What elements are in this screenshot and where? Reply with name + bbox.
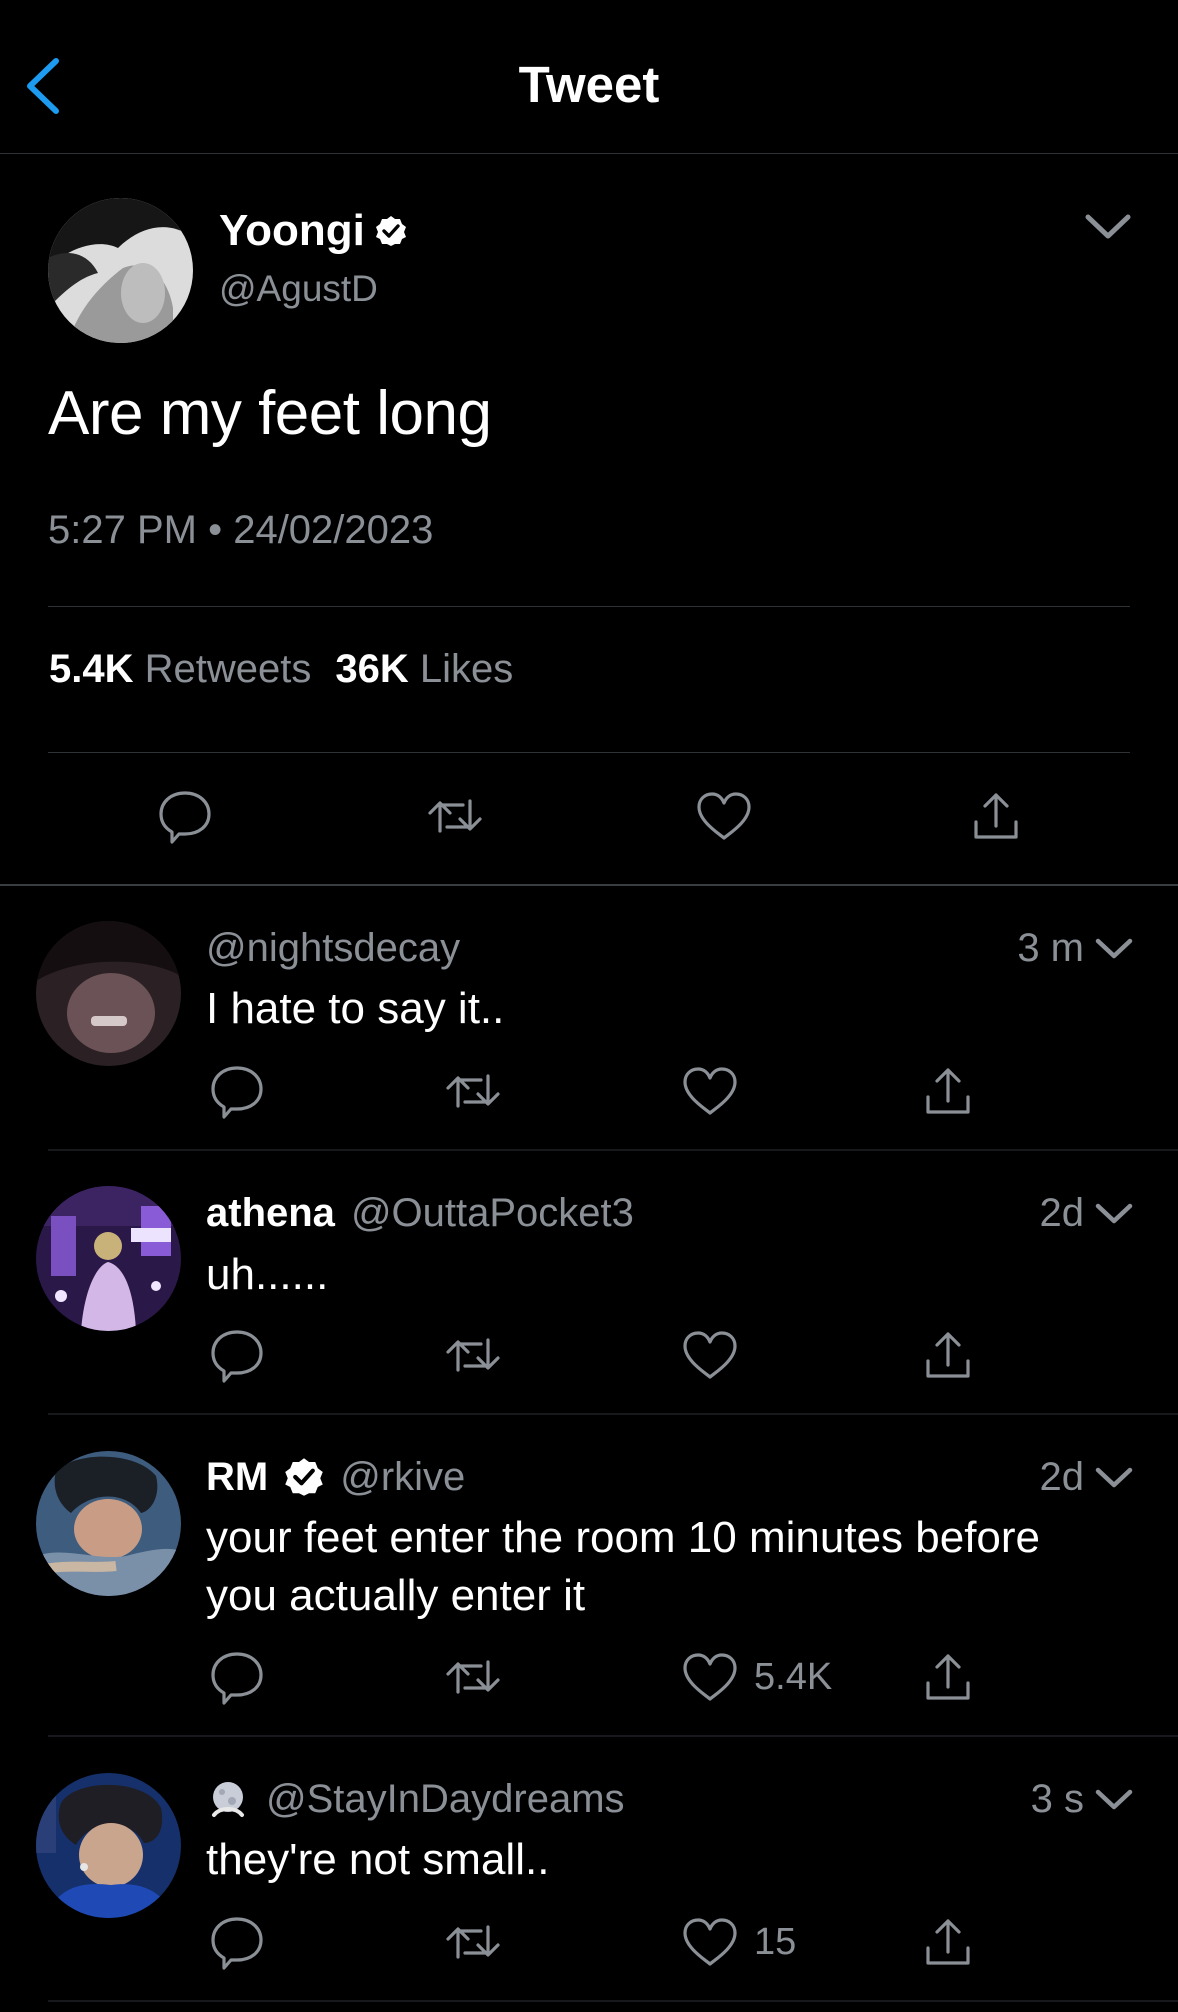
reply-divider xyxy=(48,1413,1178,1415)
like-icon xyxy=(683,1331,737,1379)
tweet-text: Are my feet long xyxy=(48,379,492,448)
share-button[interactable] xyxy=(966,786,1026,846)
like-icon xyxy=(683,1653,737,1701)
reply-name[interactable]: RM xyxy=(206,1451,268,1503)
reply-more-button[interactable] xyxy=(1092,1455,1136,1499)
reply-icon xyxy=(211,1066,263,1119)
share-button[interactable] xyxy=(918,1912,978,1972)
more-options-button[interactable] xyxy=(1082,200,1134,252)
divider xyxy=(48,752,1130,753)
retweet-button[interactable] xyxy=(425,786,485,846)
reply-icon xyxy=(211,1917,263,1970)
page-title: Tweet xyxy=(518,56,660,113)
share-icon xyxy=(974,793,1018,839)
share-button[interactable] xyxy=(918,1325,978,1385)
reply-author: athena @OuttaPocket3 xyxy=(206,1187,634,1239)
retweets-stat[interactable]: 5.4K Retweets xyxy=(49,643,311,695)
reply-text: your feet enter the room 10 minutes befo… xyxy=(206,1513,1041,1620)
reply-button[interactable] xyxy=(207,1912,267,1972)
likes-label: Likes xyxy=(419,647,514,691)
retweet-button[interactable] xyxy=(443,1325,503,1385)
share-button[interactable] xyxy=(918,1647,978,1707)
reply-name[interactable]: athena xyxy=(206,1187,335,1239)
like-icon xyxy=(697,792,751,840)
reply-text: uh...... xyxy=(206,1250,329,1299)
reply-icon xyxy=(211,1652,263,1705)
reply-text: I hate to say it.. xyxy=(206,984,505,1033)
avatar[interactable] xyxy=(36,1186,181,1331)
reply-author: RM @rkive xyxy=(206,1451,465,1503)
reply-divider xyxy=(48,1735,1178,1737)
chevron-down-icon xyxy=(1095,938,1133,959)
like-button[interactable] xyxy=(680,1912,740,1972)
avatar[interactable] xyxy=(36,1451,181,1596)
like-icon xyxy=(683,1067,737,1115)
retweet-icon xyxy=(446,1074,500,1108)
reply-divider xyxy=(48,2000,1178,2002)
reply-divider xyxy=(48,1149,1178,1151)
reply-handle[interactable]: @OuttaPocket3 xyxy=(351,1187,634,1239)
like-button[interactable] xyxy=(680,1325,740,1385)
retweets-count: 5.4K xyxy=(49,647,134,691)
reply-button[interactable] xyxy=(207,1325,267,1385)
chevron-down-icon xyxy=(1095,1789,1133,1810)
reply-author: @nightsdecay xyxy=(206,922,460,974)
section-divider xyxy=(0,884,1178,886)
retweet-icon xyxy=(446,1338,500,1372)
like-button[interactable] xyxy=(680,1647,740,1707)
like-icon xyxy=(683,1918,737,1966)
reply-time: 3 m xyxy=(1017,926,1084,970)
share-icon xyxy=(926,1068,970,1114)
avatar[interactable] xyxy=(36,1773,181,1918)
reply-handle[interactable]: @nightsdecay xyxy=(206,922,460,974)
author-handle[interactable]: @AgustD xyxy=(219,266,378,312)
reply-author: @StayInDaydreams xyxy=(206,1773,625,1825)
retweet-button[interactable] xyxy=(443,1647,503,1707)
like-button[interactable] xyxy=(694,786,754,846)
reply-button[interactable] xyxy=(155,786,215,846)
chevron-down-icon xyxy=(1095,1467,1133,1488)
tweet-timestamp: 5:27 PM • 24/02/2023 xyxy=(48,508,434,552)
moon-emoji-icon xyxy=(212,1782,244,1817)
reply-text: they're not small.. xyxy=(206,1835,550,1884)
retweet-icon xyxy=(428,799,482,833)
reply-time: 3 s xyxy=(1030,1777,1084,1821)
share-icon xyxy=(926,1919,970,1965)
likes-count: 36K xyxy=(335,647,409,691)
share-button[interactable] xyxy=(918,1061,978,1121)
like-count: 5.4K xyxy=(754,1656,833,1698)
reply-more-button[interactable] xyxy=(1092,1777,1136,1821)
reply-icon xyxy=(211,1330,263,1383)
share-icon xyxy=(926,1332,970,1378)
reply-time: 2d xyxy=(1039,1455,1085,1499)
retweets-label: Retweets xyxy=(144,647,312,691)
chevron-down-icon xyxy=(1095,1203,1133,1224)
reply-more-button[interactable] xyxy=(1092,926,1136,970)
retweet-icon xyxy=(446,1925,500,1959)
reply-more-button[interactable] xyxy=(1092,1191,1136,1235)
like-count: 15 xyxy=(754,1921,797,1963)
reply-handle[interactable]: @StayInDaydreams xyxy=(266,1773,625,1825)
verified-badge-icon xyxy=(375,216,406,246)
likes-stat[interactable]: 36K Likes xyxy=(335,643,513,695)
chevron-down-icon xyxy=(1085,214,1131,239)
author-name-row: Yoongi xyxy=(219,205,407,257)
reply-icon xyxy=(159,791,211,844)
share-icon xyxy=(926,1654,970,1700)
retweet-icon xyxy=(446,1660,500,1694)
reply-button[interactable] xyxy=(207,1647,267,1707)
divider xyxy=(48,606,1130,607)
reply-handle[interactable]: @rkive xyxy=(340,1451,465,1503)
avatar[interactable] xyxy=(36,921,181,1066)
like-button[interactable] xyxy=(680,1061,740,1121)
retweet-button[interactable] xyxy=(443,1061,503,1121)
header-divider xyxy=(0,153,1178,154)
tweet-stats: 5.4K Retweets 36K Likes xyxy=(49,643,513,695)
reply-time: 2d xyxy=(1039,1191,1085,1235)
reply-button[interactable] xyxy=(207,1061,267,1121)
avatar[interactable] xyxy=(48,198,193,343)
verified-badge-icon xyxy=(285,1458,323,1496)
retweet-button[interactable] xyxy=(443,1912,503,1972)
author-name[interactable]: Yoongi xyxy=(219,205,365,257)
